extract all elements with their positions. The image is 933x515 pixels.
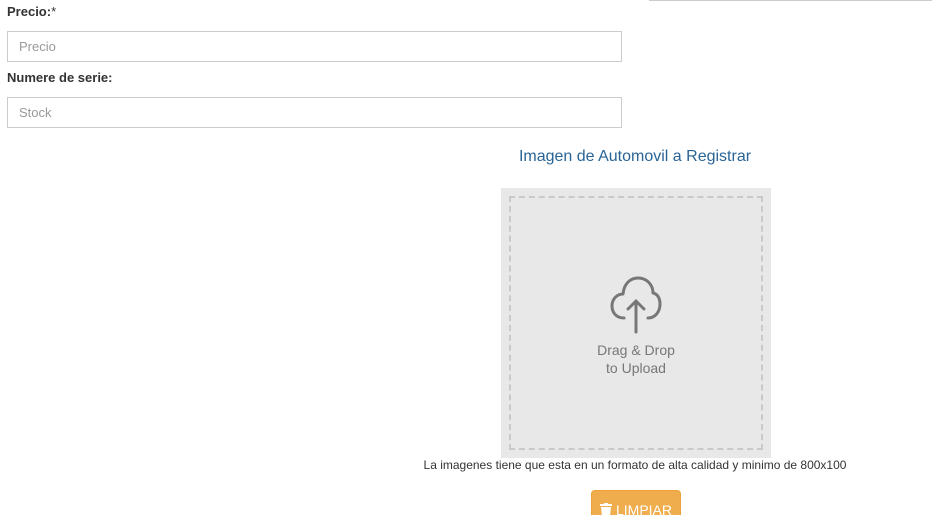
dropzone-border: Drag & Drop to Upload bbox=[509, 196, 763, 450]
page: Precio:* Numere de serie: Imagen de Auto… bbox=[0, 0, 933, 515]
clear-button-label: LIMPIAR bbox=[615, 502, 672, 515]
required-mark: * bbox=[51, 4, 57, 19]
price-input[interactable] bbox=[7, 31, 622, 62]
price-label: Precio:* bbox=[7, 4, 56, 19]
serial-label: Numere de serie: bbox=[7, 70, 113, 85]
drop-text-line2: to Upload bbox=[606, 360, 666, 376]
cloud-upload-icon bbox=[610, 276, 662, 334]
price-label-text: Precio: bbox=[7, 4, 52, 19]
drop-text-line1: Drag & Drop bbox=[597, 342, 675, 358]
upload-title: Imagen de Automovil a Registrar bbox=[518, 148, 752, 165]
serial-input[interactable] bbox=[7, 97, 622, 128]
image-dropzone[interactable]: Drag & Drop to Upload bbox=[501, 188, 771, 458]
clear-button[interactable]: LIMPIAR bbox=[591, 490, 681, 515]
top-right-input-field[interactable] bbox=[649, 0, 932, 1]
upload-hint: La imagenes tiene que esta en un formato… bbox=[423, 458, 847, 472]
trash-icon bbox=[599, 503, 612, 515]
